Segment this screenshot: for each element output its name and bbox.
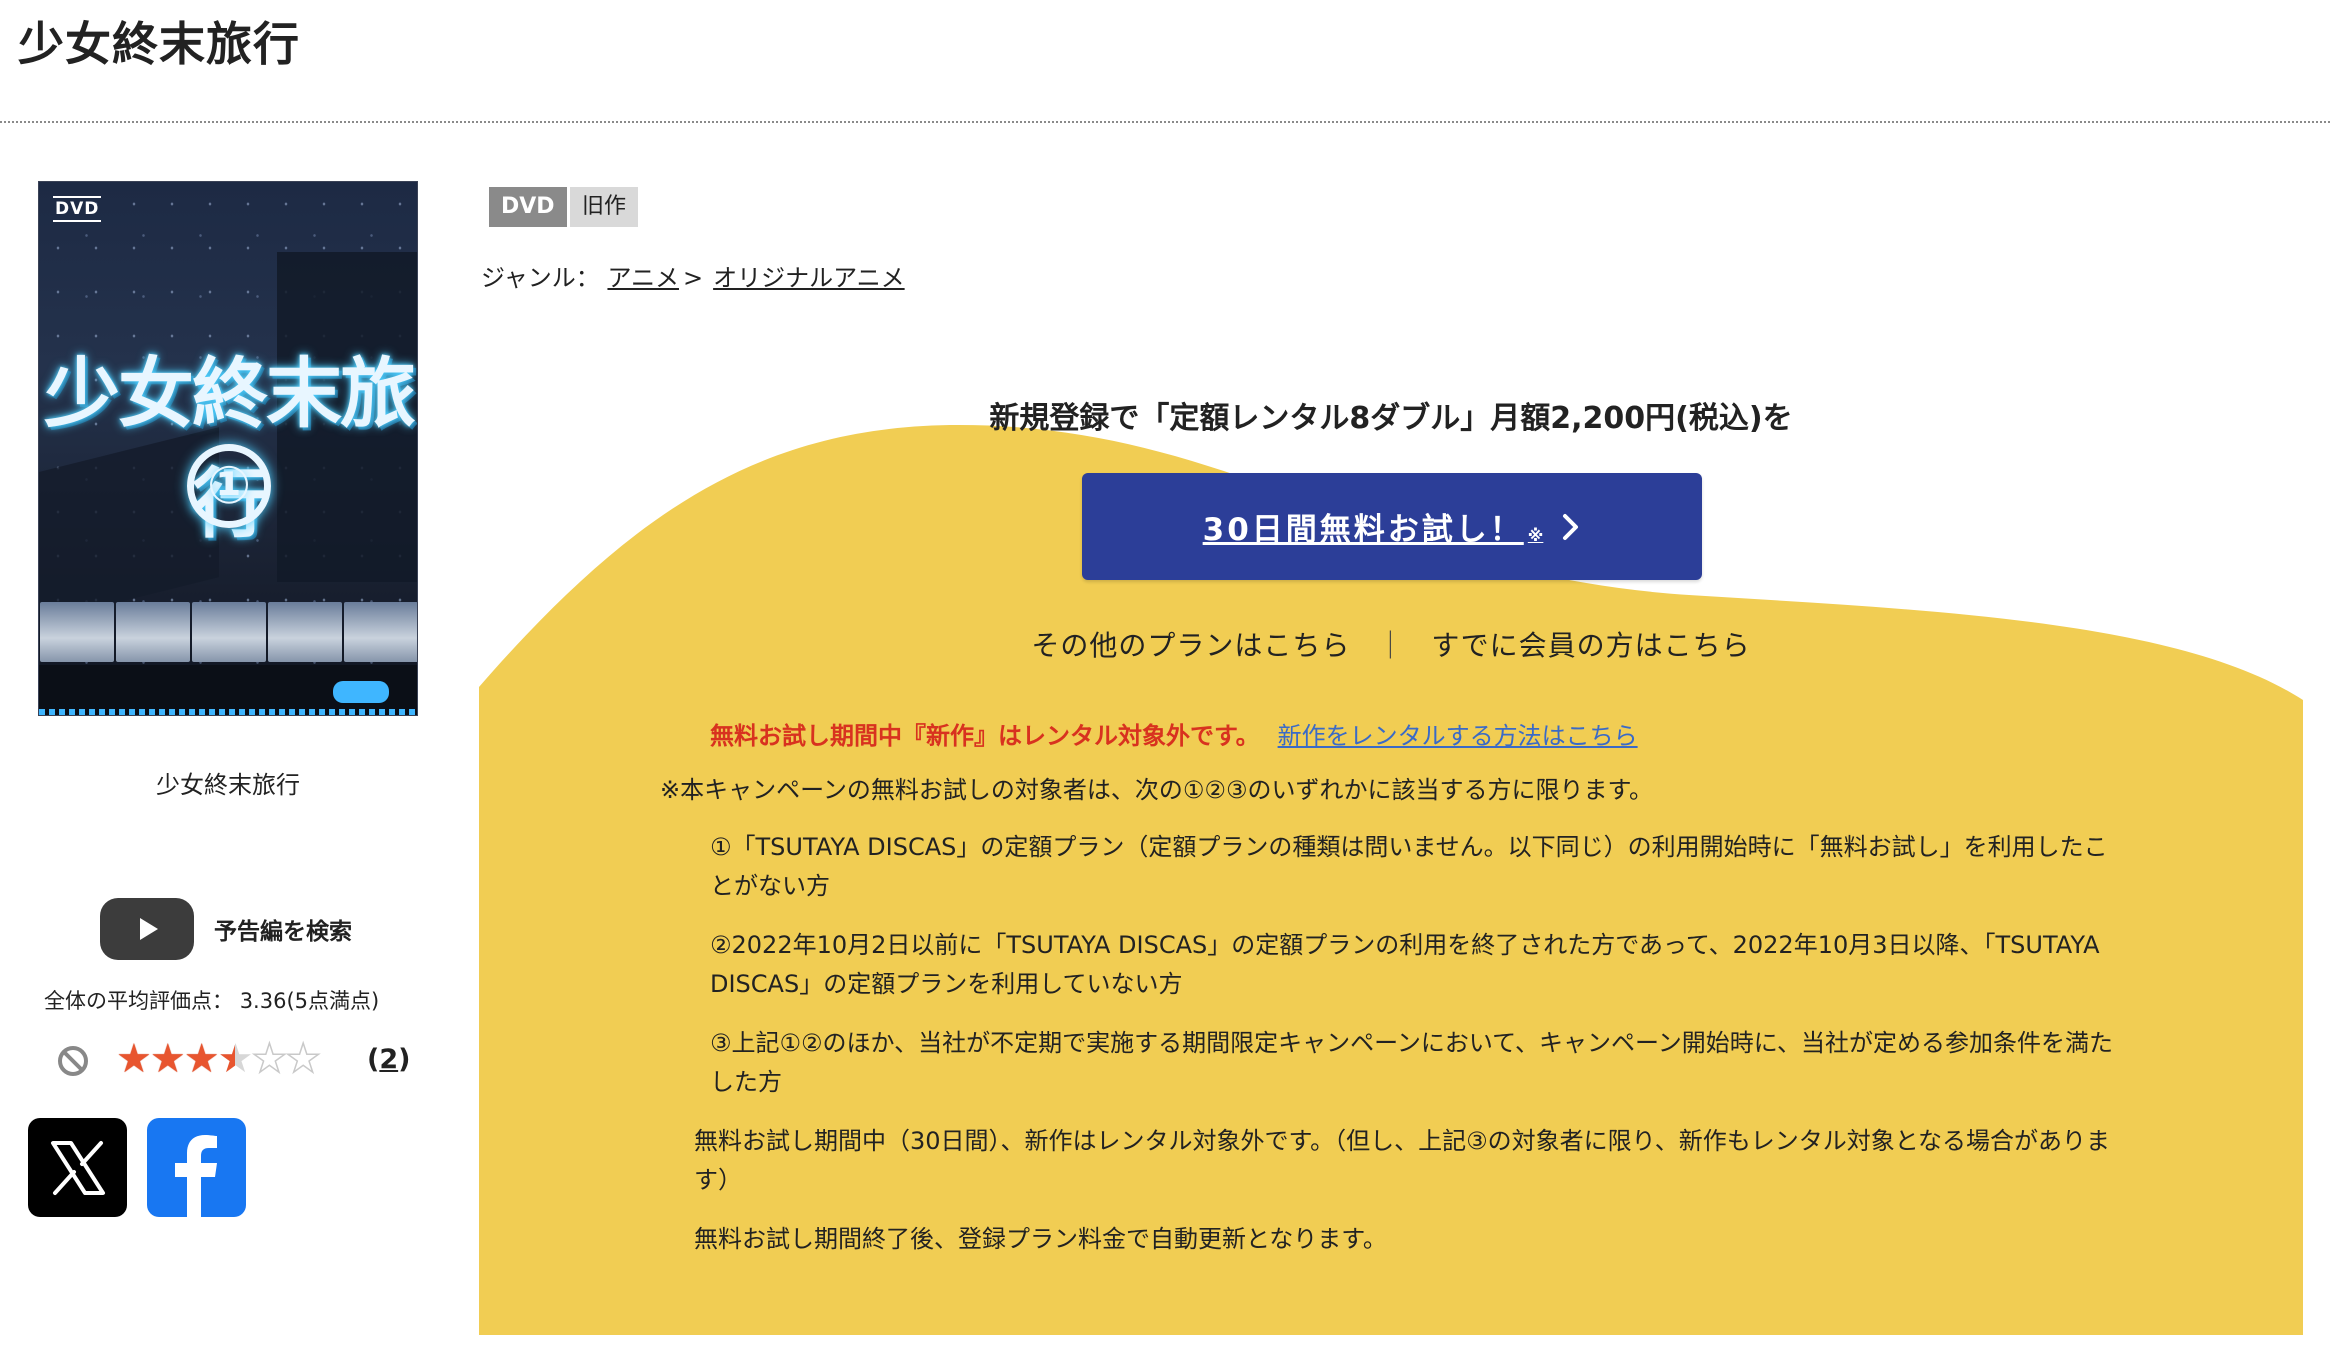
format-badge: DVD <box>489 187 567 227</box>
genre-link-anime[interactable]: アニメ <box>607 264 679 292</box>
new-release-warning: 無料お試し期間中『新作』はレンタル対象外です。 新作をレンタルする方法はこちら <box>710 716 1638 751</box>
title-divider <box>0 121 2330 123</box>
cover-character-panel <box>344 602 417 662</box>
star-icon[interactable]: ★ <box>184 1036 220 1082</box>
campaign-condition-1: ①「TSUTAYA DISCAS」の定額プラン（定額プランの種類は問いません。以… <box>710 833 2108 900</box>
cover-character-panel <box>40 602 114 662</box>
cover-character-panel <box>116 602 190 662</box>
genre-separator: > <box>682 264 704 292</box>
average-rating: 全体の平均評価点： 3.36(5点満点) <box>44 985 379 1015</box>
share-x-button[interactable] <box>28 1118 127 1217</box>
review-count: (2) <box>367 1044 411 1075</box>
genre-label: ジャンル： <box>481 264 600 292</box>
campaign-new-release-note: 無料お試し期間中（30日間）、新作はレンタル対象外です。（但し、上記③の対象者に… <box>694 1127 2110 1194</box>
genre-link-original-anime[interactable]: オリジナルアニメ <box>713 264 905 292</box>
star-empty-icon[interactable]: ★ <box>285 1035 322 1083</box>
member-login-link[interactable]: すでに会員の方はこちら <box>1431 629 1750 662</box>
campaign-condition-2: ②2022年10月2日以前に「TSUTAYA DISCAS」の定額プランの利用を… <box>710 931 2100 998</box>
star-icon[interactable]: ★ <box>116 1036 152 1082</box>
new-release-warning-text: 無料お試し期間中『新作』はレンタル対象外です。 <box>710 722 1260 750</box>
plan-links-divider: ｜ <box>1376 629 1406 662</box>
cover-dvd-mark: DVD <box>53 196 102 222</box>
facebook-logo-icon <box>174 1135 217 1217</box>
product-name: 少女終末旅行 <box>156 771 300 799</box>
average-rating-value: 3.36(5点満点) <box>239 989 380 1013</box>
other-plans-link[interactable]: その他のプランはこちら <box>1031 629 1350 662</box>
youtube-play-icon[interactable] <box>100 898 194 960</box>
average-rating-label: 全体の平均評価点： <box>44 989 233 1013</box>
campaign-eligibility-note: ※本キャンペーンの無料お試しの対象者は、次の①②③のいずれかに該当する方に限りま… <box>660 776 1654 804</box>
star-rating[interactable]: ★★★★ ★★ <box>116 1035 322 1083</box>
star-empty-icon[interactable]: ★ <box>251 1035 288 1083</box>
free-trial-button[interactable]: 30日間無料お試し！ ※ <box>1082 473 1702 580</box>
cover-character-strip <box>39 602 417 662</box>
free-trial-label: 30日間無料お試し！ <box>1202 512 1524 548</box>
campaign-auto-renew-note: 無料お試し期間終了後、登録プラン料金で自動更新となります。 <box>694 1225 1387 1253</box>
rating-row: ★★★★★★ (2) <box>52 1035 422 1084</box>
x-logo-icon <box>50 1140 105 1195</box>
trailer-search[interactable]: 予告編を検索 <box>100 898 352 960</box>
cover-character-panel <box>192 602 266 662</box>
promo-lead: 新規登録で「定額レンタル8ダブル」月額2,200円(税込)を <box>989 401 1793 436</box>
cover-logo-icon <box>333 681 389 703</box>
trailer-search-label[interactable]: 予告編を検索 <box>214 912 352 946</box>
no-rating-icon[interactable] <box>56 1044 90 1078</box>
free-trial-note-mark: ※ <box>1527 526 1544 545</box>
cover-volume-mark: ① <box>187 444 271 528</box>
release-badge: 旧作 <box>570 187 639 227</box>
genre-breadcrumb: ジャンル： アニメ > オリジナルアニメ <box>481 258 905 293</box>
share-facebook-button[interactable] <box>147 1118 246 1217</box>
new-release-rental-link[interactable]: 新作をレンタルする方法はこちら <box>1278 722 1638 750</box>
page-title: 少女終末旅行 <box>18 17 300 71</box>
plan-links: その他のプランはこちら ｜ すでに会員の方はこちら <box>479 624 2303 664</box>
chevron-right-icon <box>1563 513 1579 540</box>
review-count-link[interactable]: 2 <box>379 1044 398 1075</box>
star-half-icon[interactable]: ★ <box>218 1036 254 1082</box>
product-cover-image[interactable]: DVD 少女終末旅行 ① <box>38 181 418 716</box>
cover-character-panel <box>268 602 342 662</box>
campaign-condition-3: ③上記①②のほか、当社が不定期で実施する期間限定キャンペーンにおいて、キャンペー… <box>710 1029 2114 1096</box>
star-icon[interactable]: ★ <box>150 1036 186 1082</box>
